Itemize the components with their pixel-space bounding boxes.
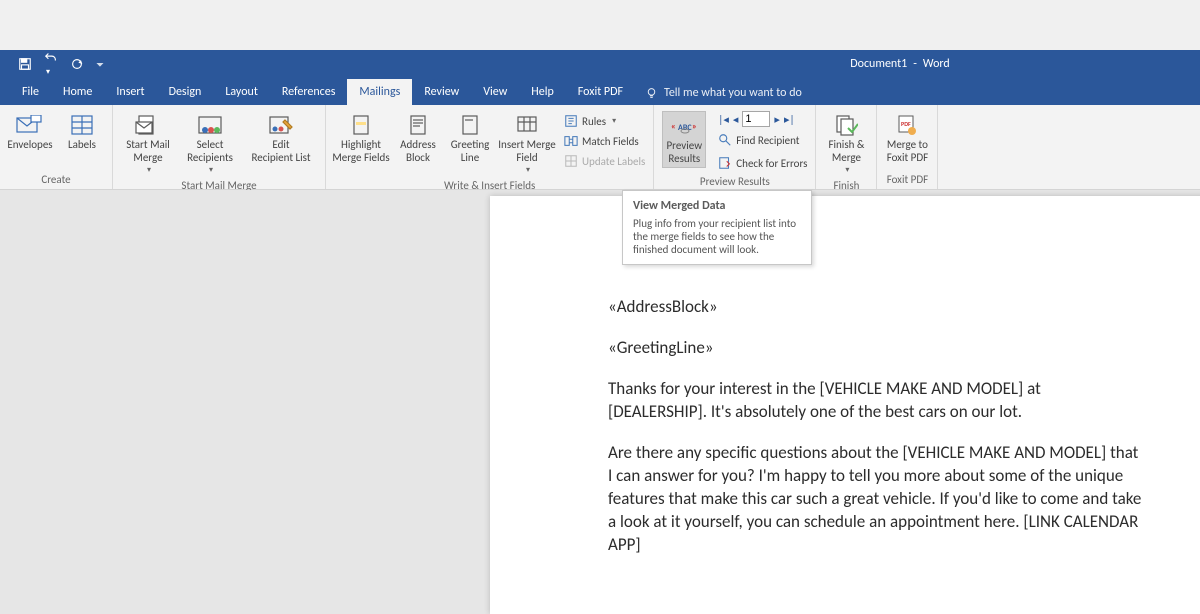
- last-record-button[interactable]: ▸|: [784, 113, 795, 126]
- edit-recipient-list-button[interactable]: Edit Recipient List: [245, 111, 317, 166]
- lightbulb-icon: [645, 87, 658, 100]
- document-title: Document1-Word: [850, 57, 949, 71]
- recipients-icon: [194, 113, 226, 137]
- rules-icon: [564, 114, 578, 128]
- tell-me-search[interactable]: Tell me what you want to do: [635, 81, 812, 105]
- svg-text:«: «: [671, 121, 676, 132]
- tab-file[interactable]: File: [10, 79, 51, 105]
- group-foxit: PDF Merge to Foxit PDF Foxit PDF: [877, 105, 938, 189]
- ribbon-tabs: File Home Insert Design Layout Reference…: [0, 78, 1200, 105]
- group-write-insert: Highlight Merge Fields Address Block Gre…: [326, 105, 654, 189]
- quick-access-toolbar: ▾ ⏷: [0, 50, 104, 78]
- start-mail-merge-label: Start Mail Merge: [126, 139, 170, 164]
- tab-design[interactable]: Design: [157, 79, 214, 105]
- match-fields-button[interactable]: Match Fields: [564, 131, 645, 151]
- qat-customize-icon[interactable]: ⏷: [96, 58, 104, 71]
- first-record-button[interactable]: |◂: [718, 113, 729, 126]
- screentip-body: Plug info from your recipient list into …: [633, 217, 801, 256]
- document-page[interactable]: «AddressBlock» «GreetingLine» Thanks for…: [490, 196, 1200, 614]
- svg-text:ABC: ABC: [678, 123, 692, 133]
- edit-recipient-list-label: Edit Recipient List: [251, 139, 310, 164]
- group-create: Envelopes Labels Create: [0, 105, 113, 189]
- update-labels-icon: [564, 154, 578, 168]
- find-recipient-button[interactable]: Find Recipient: [718, 130, 807, 150]
- greeting-icon: [454, 113, 486, 137]
- select-recipients-button[interactable]: Select Recipients▾: [183, 111, 237, 177]
- save-icon[interactable]: [18, 57, 32, 71]
- check-icon: [718, 156, 732, 170]
- finish-merge-button[interactable]: Finish & Merge▾: [824, 111, 868, 177]
- group-finish: Finish & Merge▾ Finish: [816, 105, 877, 189]
- labels-icon: [66, 113, 98, 137]
- body-paragraph-2: Are there any specific questions about t…: [608, 442, 1142, 557]
- finish-icon: [830, 113, 862, 137]
- record-number-input[interactable]: [742, 111, 770, 127]
- merge-field-addressblock: «AddressBlock»: [608, 296, 1142, 319]
- insert-field-icon: [511, 113, 543, 137]
- document-area: «AddressBlock» «GreetingLine» Thanks for…: [0, 190, 1200, 600]
- prev-record-button[interactable]: ◂: [733, 113, 739, 126]
- insert-merge-field-button[interactable]: Insert Merge Field▾: [500, 111, 554, 177]
- group-label-create: Create: [8, 171, 104, 189]
- group-preview-results: «ABC» Preview Results |◂ ◂ ▸ ▸| Find Rec…: [654, 105, 816, 189]
- redo-icon[interactable]: [70, 57, 84, 71]
- highlight-merge-fields-button[interactable]: Highlight Merge Fields: [334, 111, 388, 166]
- body-paragraph-1: Thanks for your interest in the [VEHICLE…: [608, 378, 1142, 424]
- match-icon: [564, 134, 578, 148]
- tab-home[interactable]: Home: [51, 79, 104, 105]
- greeting-line-button[interactable]: Greeting Line: [448, 111, 492, 166]
- highlight-icon: [345, 113, 377, 137]
- tab-references[interactable]: References: [270, 79, 348, 105]
- next-record-button[interactable]: ▸: [774, 113, 780, 126]
- title-bar: ▾ ⏷ Document1-Word: [0, 50, 1200, 78]
- tab-help[interactable]: Help: [519, 79, 566, 105]
- group-label-preview: Preview Results: [662, 173, 807, 191]
- screentip-title: View Merged Data: [633, 199, 801, 213]
- edit-list-icon: [265, 113, 297, 137]
- address-block-button[interactable]: Address Block: [396, 111, 440, 166]
- ribbon: Envelopes Labels Create Start Mail Merge…: [0, 105, 1200, 190]
- tab-mailings[interactable]: Mailings: [347, 79, 412, 105]
- select-recipients-label: Select Recipients: [187, 139, 233, 164]
- update-labels-button: Update Labels: [564, 151, 645, 171]
- svg-text:»: »: [692, 121, 697, 132]
- tab-foxit[interactable]: Foxit PDF: [566, 79, 635, 105]
- envelope-icon: [14, 113, 46, 137]
- merge-to-foxit-button[interactable]: PDF Merge to Foxit PDF: [885, 111, 929, 166]
- record-navigation: |◂ ◂ ▸ ▸|: [718, 111, 807, 127]
- svg-text:PDF: PDF: [901, 120, 911, 128]
- tab-view[interactable]: View: [471, 79, 519, 105]
- preview-icon: «ABC»: [668, 114, 700, 138]
- group-start-mail-merge: Start Mail Merge▾ Select Recipients▾ Edi…: [113, 105, 326, 189]
- start-mail-merge-button[interactable]: Start Mail Merge▾: [121, 111, 175, 177]
- labels-button[interactable]: Labels: [60, 111, 104, 154]
- envelopes-button[interactable]: Envelopes: [8, 111, 52, 154]
- mail-merge-icon: [132, 113, 164, 137]
- rules-button[interactable]: Rules▾: [564, 111, 645, 131]
- group-label-foxit: Foxit PDF: [885, 171, 929, 189]
- undo-icon[interactable]: ▾: [44, 50, 58, 78]
- preview-results-button[interactable]: «ABC» Preview Results: [662, 111, 706, 168]
- check-errors-button[interactable]: Check for Errors: [718, 153, 807, 173]
- address-block-icon: [402, 113, 434, 137]
- tab-insert[interactable]: Insert: [104, 79, 156, 105]
- foxit-pdf-icon: PDF: [891, 113, 923, 137]
- find-icon: [718, 133, 732, 147]
- merge-field-greetingline: «GreetingLine»: [608, 337, 1142, 360]
- tab-review[interactable]: Review: [412, 79, 471, 105]
- screentip: View Merged Data Plug info from your rec…: [622, 190, 812, 265]
- tab-layout[interactable]: Layout: [213, 79, 270, 105]
- tell-me-label: Tell me what you want to do: [664, 86, 802, 100]
